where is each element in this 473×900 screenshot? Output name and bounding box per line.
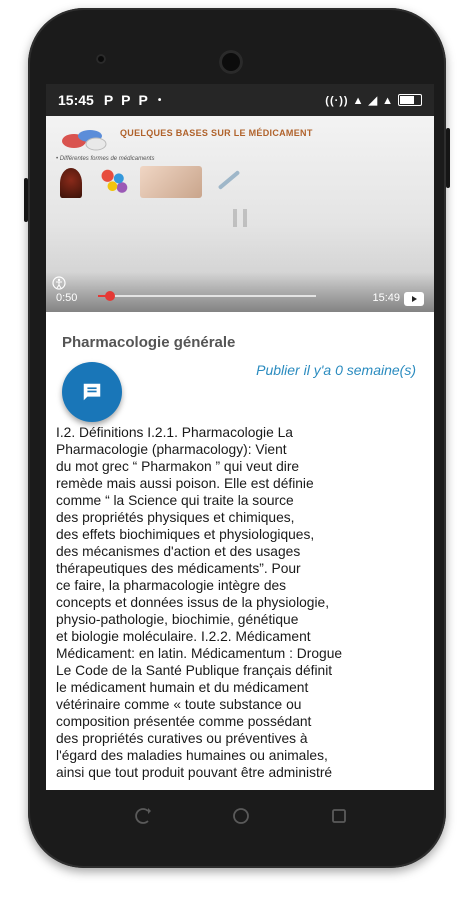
chat-icon xyxy=(83,383,101,401)
publish-date: Publier il y'a 0 semaine(s) xyxy=(256,362,416,378)
elapsed-time: 0:50 xyxy=(56,292,78,304)
youtube-icon[interactable] xyxy=(404,292,424,306)
volume-button xyxy=(446,128,450,188)
video-player[interactable]: QUELQUES BASES SUR LE MÉDICAMENT • Diffé… xyxy=(46,116,434,312)
navigation-bar xyxy=(46,790,434,840)
comment-button[interactable] xyxy=(62,362,122,422)
power-button xyxy=(24,178,28,222)
notification-icon: P xyxy=(138,92,148,108)
video-duration: 15:49 xyxy=(372,292,400,304)
back-icon[interactable] xyxy=(134,807,152,825)
more-notifications-dot: • xyxy=(157,94,162,106)
syringe-image xyxy=(217,170,241,190)
video-progress-bar[interactable] xyxy=(98,291,316,301)
pills-icon xyxy=(62,130,107,151)
slide-title: QUELQUES BASES SUR LE MÉDICAMENT xyxy=(120,128,313,138)
syrup-image xyxy=(60,168,82,198)
patient-image xyxy=(140,166,202,198)
video-seek-handle[interactable] xyxy=(104,291,115,301)
accessibility-icon[interactable] xyxy=(52,276,66,290)
pause-icon[interactable] xyxy=(228,206,252,230)
notification-icon: P xyxy=(121,92,131,108)
recent-apps-icon[interactable] xyxy=(330,807,348,825)
article-body: I.2. Définitions I.2.1. Pharmacologie La… xyxy=(56,425,343,780)
home-icon[interactable] xyxy=(232,807,250,825)
status-bar: 15:45 P P P • ((·)) ▲ ◢ ▲ xyxy=(46,84,434,116)
front-camera xyxy=(219,50,243,74)
status-time: 15:45 xyxy=(58,92,94,108)
notification-icon: P xyxy=(103,92,114,108)
capsules-image xyxy=(98,168,130,194)
article-title: Pharmacologie générale xyxy=(62,334,236,351)
app-screen: 15:45 P P P • ((·)) ▲ ◢ ▲ QUELQUES BASES… xyxy=(46,84,434,790)
slide-subtitle: • Différentes formes de médicaments xyxy=(56,156,155,162)
battery-icon xyxy=(398,94,422,106)
signal-icons: ((·)) ▲ ◢ ▲ xyxy=(325,94,394,107)
proximity-sensor xyxy=(96,54,106,64)
